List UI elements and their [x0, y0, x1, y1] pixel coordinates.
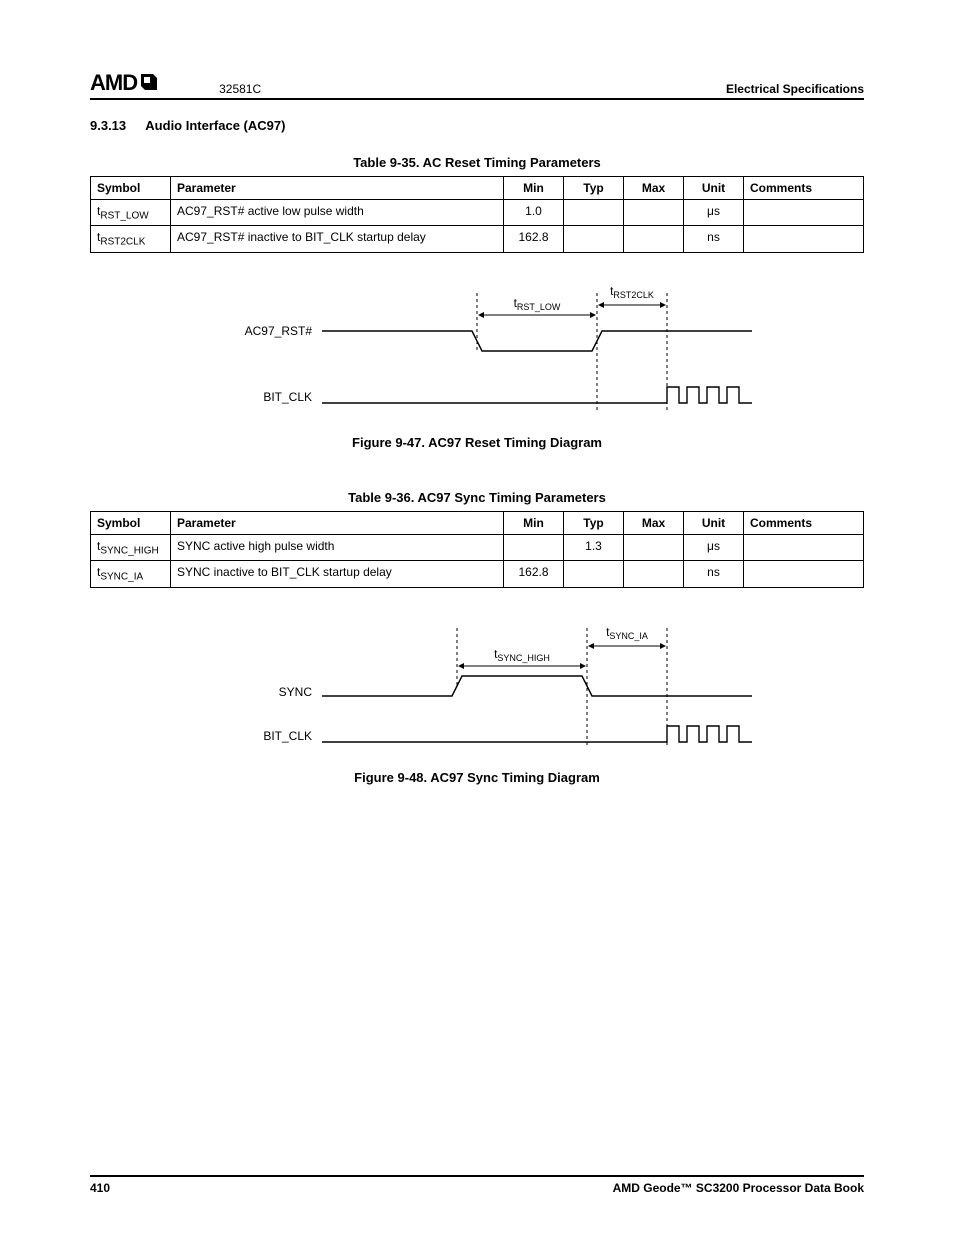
cell-min: 162.8	[504, 561, 564, 587]
cell-min: 162.8	[504, 226, 564, 252]
cell-typ	[564, 561, 624, 587]
logo-icon	[139, 70, 159, 96]
cell-comments	[744, 561, 864, 587]
cell-comments	[744, 200, 864, 226]
cell-typ: 1.3	[564, 534, 624, 560]
cell-max	[624, 534, 684, 560]
col-typ: Typ	[564, 511, 624, 534]
cell-parameter: SYNC inactive to BIT_CLK startup delay	[171, 561, 504, 587]
cell-symbol: tSYNC_HIGH	[91, 534, 171, 560]
table-row: tSYNC_HIGH SYNC active high pulse width …	[91, 534, 864, 560]
figure-sync-timing: tSYNC_HIGH tSYNC_IA SYNC BIT_CLK Figure …	[90, 618, 864, 785]
cell-max	[624, 561, 684, 587]
col-unit: Unit	[684, 511, 744, 534]
col-min: Min	[504, 177, 564, 200]
cell-typ	[564, 200, 624, 226]
doc-number: 32581C	[159, 82, 726, 96]
cell-parameter: SYNC active high pulse width	[171, 534, 504, 560]
cell-symbol: tRST_LOW	[91, 200, 171, 226]
svg-text:AC97_RST#: AC97_RST#	[245, 324, 313, 338]
page-number: 410	[90, 1181, 110, 1195]
figure-reset-timing: tRST_LOW tRST2CLK AC97_RST# BIT_CLK Figu…	[90, 283, 864, 450]
cell-symbol: tRST2CLK	[91, 226, 171, 252]
svg-text:tSYNC_HIGH: tSYNC_HIGH	[494, 647, 550, 663]
svg-text:BIT_CLK: BIT_CLK	[263, 390, 312, 404]
section-number: 9.3.13	[90, 118, 126, 133]
svg-text:tRST2CLK: tRST2CLK	[610, 284, 654, 300]
book-title: AMD Geode™ SC3200 Processor Data Book	[613, 1181, 864, 1195]
svg-text:SYNC: SYNC	[279, 685, 313, 699]
cell-unit: ns	[684, 226, 744, 252]
cell-min: 1.0	[504, 200, 564, 226]
figure-caption-2: Figure 9-48. AC97 Sync Timing Diagram	[90, 770, 864, 785]
timing-diagram-icon: tRST_LOW tRST2CLK AC97_RST# BIT_CLK	[197, 283, 757, 423]
cell-parameter: AC97_RST# active low pulse width	[171, 200, 504, 226]
col-max: Max	[624, 177, 684, 200]
logo: AMD	[90, 70, 159, 96]
cell-max	[624, 226, 684, 252]
table-caption-1: Table 9-35. AC Reset Timing Parameters	[90, 155, 864, 170]
col-parameter: Parameter	[171, 177, 504, 200]
page-header: AMD 32581C Electrical Specifications	[90, 70, 864, 100]
cell-comments	[744, 226, 864, 252]
cell-unit: ns	[684, 561, 744, 587]
cell-typ	[564, 226, 624, 252]
cell-max	[624, 200, 684, 226]
col-min: Min	[504, 511, 564, 534]
table-row: tSYNC_IA SYNC inactive to BIT_CLK startu…	[91, 561, 864, 587]
timing-diagram-icon: tSYNC_HIGH tSYNC_IA SYNC BIT_CLK	[197, 618, 757, 758]
col-unit: Unit	[684, 177, 744, 200]
col-comments: Comments	[744, 511, 864, 534]
cell-unit: μs	[684, 200, 744, 226]
table-sync-timing: Symbol Parameter Min Typ Max Unit Commen…	[90, 511, 864, 588]
table-reset-timing: Symbol Parameter Min Typ Max Unit Commen…	[90, 176, 864, 253]
cell-comments	[744, 534, 864, 560]
col-parameter: Parameter	[171, 511, 504, 534]
cell-parameter: AC97_RST# inactive to BIT_CLK startup de…	[171, 226, 504, 252]
col-comments: Comments	[744, 177, 864, 200]
svg-text:BIT_CLK: BIT_CLK	[263, 729, 312, 743]
table-row: tRST2CLK AC97_RST# inactive to BIT_CLK s…	[91, 226, 864, 252]
col-symbol: Symbol	[91, 177, 171, 200]
table-caption-2: Table 9-36. AC97 Sync Timing Parameters	[90, 490, 864, 505]
svg-text:tRST_LOW: tRST_LOW	[514, 296, 561, 312]
table-header-row: Symbol Parameter Min Typ Max Unit Commen…	[91, 511, 864, 534]
col-typ: Typ	[564, 177, 624, 200]
section-heading: 9.3.13 Audio Interface (AC97)	[90, 118, 864, 133]
figure-caption-1: Figure 9-47. AC97 Reset Timing Diagram	[90, 435, 864, 450]
svg-text:tSYNC_IA: tSYNC_IA	[606, 625, 648, 641]
section-title: Audio Interface (AC97)	[145, 118, 285, 133]
logo-text: AMD	[90, 70, 137, 96]
table-row: tRST_LOW AC97_RST# active low pulse widt…	[91, 200, 864, 226]
col-max: Max	[624, 511, 684, 534]
cell-min	[504, 534, 564, 560]
cell-symbol: tSYNC_IA	[91, 561, 171, 587]
header-right: Electrical Specifications	[726, 82, 864, 96]
page-footer: 410 AMD Geode™ SC3200 Processor Data Boo…	[90, 1175, 864, 1195]
cell-unit: μs	[684, 534, 744, 560]
col-symbol: Symbol	[91, 511, 171, 534]
table-header-row: Symbol Parameter Min Typ Max Unit Commen…	[91, 177, 864, 200]
